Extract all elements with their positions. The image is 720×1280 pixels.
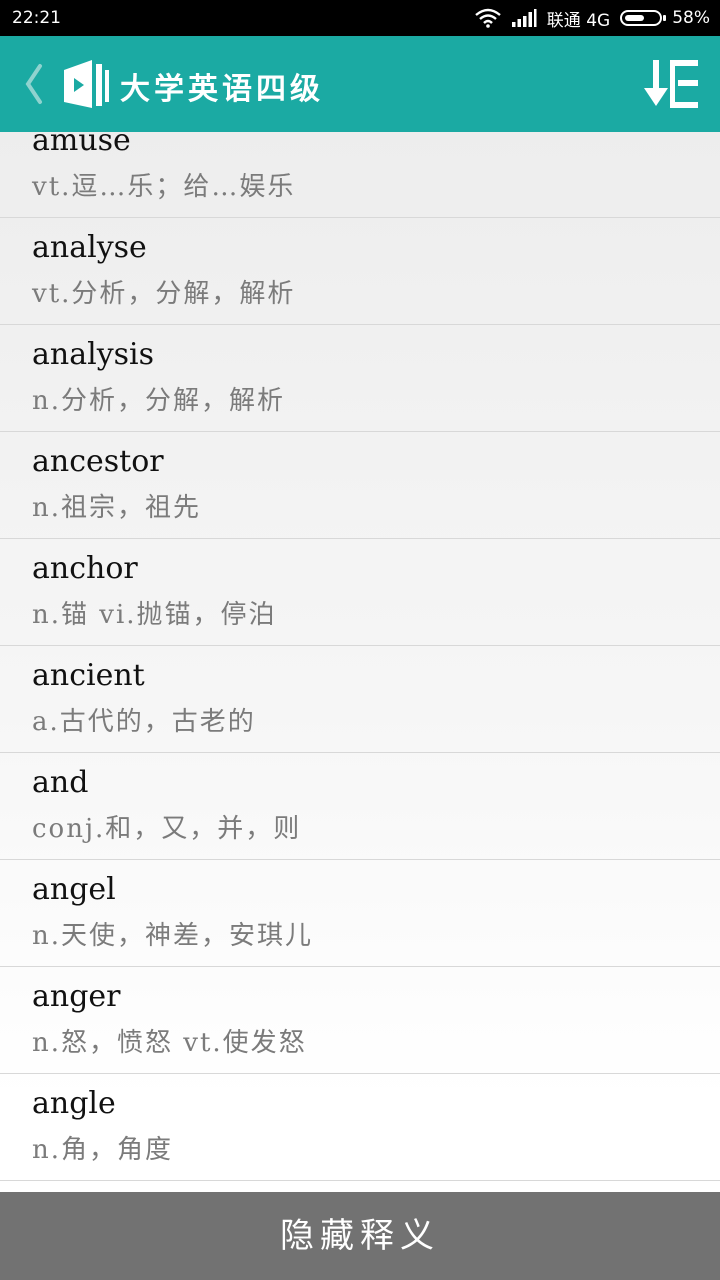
status-bar: 22:21 联通 4G 58% [0,0,720,36]
word-definition: n.角，角度 [32,1135,174,1165]
status-indicators: 联通 4G 58% [475,6,710,31]
list-item[interactable]: anchor n.锚 vi.抛锚，停泊 [0,539,720,646]
word-definition: n.天使，神差，安琪儿 [32,921,314,951]
word-list: amuse vt.逗…乐；给…娱乐 analyse vt.分析，分解，解析 an… [0,132,720,1192]
word-definition: n.怒，愤怒 vt.使发怒 [32,1028,307,1058]
word-definition: vt.分析，分解，解析 [32,279,296,309]
status-time: 22:21 [12,8,61,28]
list-item[interactable]: amuse vt.逗…乐；给…娱乐 [0,132,720,218]
chevron-left-icon[interactable] [16,62,50,106]
app-bar: 大学英语四级 [0,36,720,132]
sort-list-icon[interactable] [644,58,700,110]
list-item[interactable]: analyse vt.分析，分解，解析 [0,218,720,325]
word-term: anchor [32,551,138,586]
list-item[interactable]: ancient a.古代的，古老的 [0,646,720,753]
carrier-label: 联通 4G [546,10,611,31]
word-term: anger [32,979,121,1014]
word-term: and [32,765,89,800]
signal-icon [511,9,537,27]
word-term: angel [32,872,116,907]
word-definition: vt.逗…乐；给…娱乐 [32,172,296,202]
word-term: ancestor [32,444,164,479]
word-term: amuse [32,132,131,158]
battery-percent: 58% [672,8,710,28]
list-item[interactable]: and conj.和，又，并，则 [0,753,720,860]
list-item[interactable]: ancestor n.祖宗，祖先 [0,432,720,539]
battery-fill [625,15,645,21]
word-term: angle [32,1086,116,1121]
word-definition: n.锚 vi.抛锚，停泊 [32,600,277,630]
word-term: ancient [32,658,145,693]
word-term: analysis [32,337,155,372]
wifi-icon [475,8,501,28]
word-definition: n.祖宗，祖先 [32,493,202,523]
hide-definitions-button[interactable]: 隐藏释义 [0,1192,720,1280]
word-definition: a.古代的，古老的 [32,707,256,737]
book-play-logo [64,60,109,108]
battery-icon [620,10,667,26]
list-item[interactable]: angle n.角，角度 [0,1074,720,1181]
word-definition: conj.和，又，并，则 [32,814,302,844]
list-item[interactable]: analysis n.分析，分解，解析 [0,325,720,432]
page-title: 大学英语四级 [120,72,324,107]
list-item[interactable]: angel n.天使，神差，安琪儿 [0,860,720,967]
word-term: analyse [32,230,147,265]
list-item[interactable]: anger n.怒，愤怒 vt.使发怒 [0,967,720,1074]
word-definition: n.分析，分解，解析 [32,386,286,416]
